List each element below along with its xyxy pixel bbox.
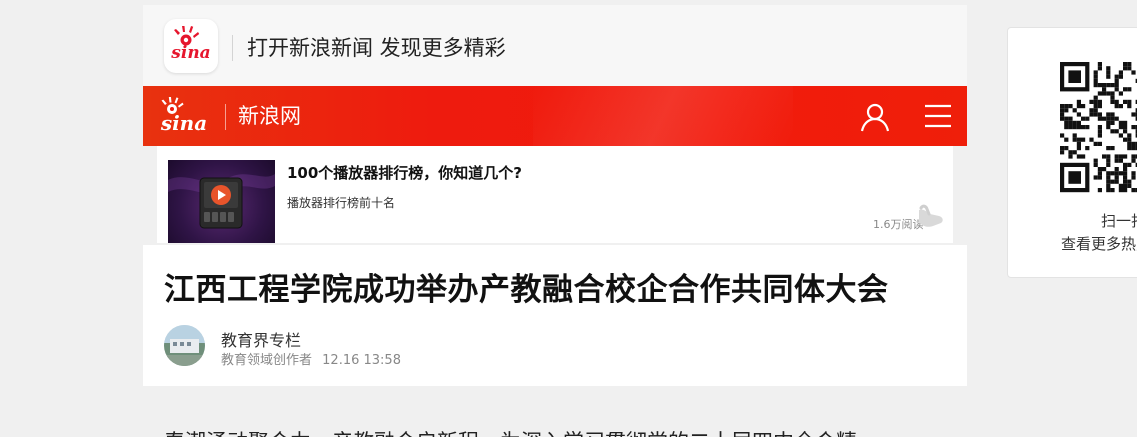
app-download-banner[interactable]: sina 打开新浪新闻 发现更多精彩 <box>143 5 967 86</box>
avatar[interactable] <box>164 325 205 366</box>
header-sheen <box>533 86 793 146</box>
ad-subtitle: 播放器排行榜前十名 <box>287 196 396 210</box>
header-divider <box>225 104 226 130</box>
qr-scan-label: 扫一扫 <box>1101 212 1137 230</box>
banner-slogan[interactable]: 打开新浪新闻 发现更多精彩 <box>247 35 506 61</box>
sina-eye-logo-icon: sina <box>164 19 218 73</box>
tap-hand-icon <box>913 202 947 230</box>
svg-text:sina: sina <box>160 111 207 135</box>
sina-logo-icon[interactable]: sina <box>155 96 213 136</box>
qr-more-label: 查看更多热点 <box>1061 235 1137 253</box>
video-player-icon[interactable] <box>168 160 275 243</box>
ad-card[interactable]: 100个播放器排行榜，你知道几个? 播放器排行榜前十名 1.6万阅读 <box>157 146 953 243</box>
article-body-first-line: 春潮涌动聚合力，产教融合启新程。为深入学习贯彻党的二十届四中全会精 <box>164 428 857 437</box>
menu-icon[interactable] <box>923 101 953 131</box>
user-icon[interactable] <box>859 101 891 133</box>
qr-code-icon <box>1060 62 1137 194</box>
svg-text:sina: sina <box>170 43 210 63</box>
author-name[interactable]: 教育界专栏 <box>221 327 301 351</box>
article-title: 江西工程学院成功举办产教融合校企合作共同体大会 <box>164 272 889 308</box>
publish-date: 12.16 13:58 <box>322 353 401 368</box>
banner-divider <box>232 35 233 61</box>
site-name-link[interactable]: 新浪网 <box>238 103 301 129</box>
article-header: 江西工程学院成功举办产教融合校企合作共同体大会 教育界专栏 教育领域创作者 12… <box>143 245 967 386</box>
author-role: 教育领域创作者 <box>221 353 313 368</box>
ad-title[interactable]: 100个播放器排行榜，你知道几个? <box>287 162 522 183</box>
site-header: sina 新浪网 <box>143 86 967 146</box>
author-meta: 教育领域创作者 12.16 13:58 <box>221 349 401 368</box>
qr-code-card: 扫一扫 查看更多热点 <box>1007 27 1137 278</box>
